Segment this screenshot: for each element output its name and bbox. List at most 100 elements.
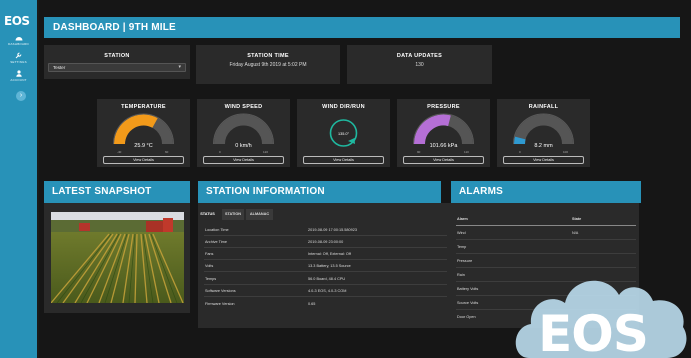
row-value: 0.65	[308, 302, 316, 306]
temperature-gauge	[113, 113, 174, 145]
gauge-max-label: 100	[563, 150, 569, 154]
row-value: 56.0 Board, 48.4 CPU	[308, 277, 346, 281]
dashboard-header: DASHBOARD | 9TH MILE	[44, 17, 680, 38]
station-select[interactable]: Tester ▾	[48, 63, 186, 72]
view-details-button[interactable]: View Details	[303, 156, 384, 164]
alarm-name: Rain	[457, 273, 465, 277]
table-row: Location Time 2019-08-09 17:00:15.580923	[204, 225, 447, 236]
station-select-value: Tester	[53, 65, 66, 70]
row-label: Archive Time	[205, 240, 227, 244]
data-updates-label: DATA UPDATES	[396, 53, 443, 59]
view-details-button[interactable]: View Details	[503, 156, 584, 164]
tab-status[interactable]: STATUS	[198, 209, 217, 220]
watermark-text: EOS	[538, 305, 648, 358]
data-updates-value: 130	[415, 62, 424, 68]
snapshot-title: LATEST SNAPSHOT	[52, 186, 152, 197]
station-label: STATION	[104, 53, 130, 59]
gauge-max-label: 120	[263, 150, 269, 154]
view-details-button[interactable]: View Details	[403, 156, 484, 164]
sidebar-collapse-button[interactable]: ›	[16, 91, 26, 101]
compass-icon	[329, 119, 358, 147]
snapshot-header: LATEST SNAPSHOT	[44, 181, 190, 203]
row-value: 2019-08-09 23:00:00	[308, 240, 344, 244]
gauge-title: TEMPERATURE	[121, 104, 166, 110]
column-header-alarm: Alarm	[457, 217, 468, 221]
page-title: DASHBOARD | 9TH MILE	[53, 22, 176, 33]
gauge-min-label: -40	[117, 150, 122, 154]
sidebar-item-label: SETTINGS	[10, 60, 27, 64]
table-row: Wind N/A	[456, 227, 636, 240]
alarm-name: Source Volts	[457, 301, 479, 305]
row-label: Firmware Version	[205, 302, 235, 306]
row-value: 2019-08-09 17:00:15.580923	[308, 228, 357, 232]
table-header-row: Alarm State	[456, 213, 636, 226]
sidebar-item-label: ACCOUNT	[10, 78, 27, 82]
row-label: Software Versions	[205, 289, 236, 293]
station-time-value: Friday August 9th 2019 at 5:02 PM	[229, 62, 307, 68]
wind-speed-gauge	[213, 113, 274, 145]
sidebar: EOS DASHBOARD SETTINGS ACCOUNT ›	[0, 0, 37, 358]
sidebar-item-account[interactable]: ACCOUNT	[0, 70, 37, 82]
dashboard-icon	[15, 37, 22, 41]
snapshot-card	[44, 203, 190, 313]
tab-almanac[interactable]: ALMANAC	[246, 209, 273, 220]
row-value: Internal: Off, External: Off	[308, 252, 351, 256]
tab-station[interactable]: STATION	[222, 209, 244, 220]
gauge-title: RAINFALL	[528, 104, 559, 110]
row-value: 13.3 Battery, 13.5 Source	[308, 264, 351, 268]
gauge-min-label: 0	[219, 150, 221, 154]
column-header-state: State	[572, 217, 582, 221]
station-info-card: STATUS STATION ALMANAC Location Time 2019…	[198, 203, 453, 328]
gauge-min-label: 90	[417, 150, 421, 154]
row-label: Fans	[205, 252, 214, 256]
snapshot-image[interactable]	[51, 212, 184, 303]
wind-direction-card: WIND DIR/RUN 135.0° View Details	[297, 99, 390, 167]
view-details-button[interactable]: View Details	[103, 156, 184, 164]
table-row: Archive Time 2019-08-09 23:00:00	[204, 237, 447, 248]
station-time-card: STATION TIME Friday August 9th 2019 at 5…	[196, 45, 340, 84]
gauge-title: WIND DIR/RUN	[322, 104, 365, 110]
alarm-name: Door Open	[457, 315, 476, 319]
gauge-value: 8.2 mm	[534, 143, 553, 149]
view-details-button[interactable]: View Details	[203, 156, 284, 164]
station-card: STATION Tester ▾	[44, 45, 190, 79]
app-logo[interactable]: EOS	[4, 14, 30, 28]
table-row: Fans Internal: Off, External: Off	[204, 249, 447, 260]
row-label: Volts	[205, 264, 214, 268]
wind-direction-value: 135.0°	[337, 132, 350, 136]
wind-speed-gauge-card: WIND SPEED 0 km/h 0 120 View Details	[197, 99, 290, 167]
temperature-gauge-card: TEMPERATURE 25.9 °C -40 60 View Details	[97, 99, 190, 167]
data-updates-card: DATA UPDATES 130	[347, 45, 492, 84]
chevron-down-icon: ▾	[178, 64, 181, 70]
pressure-gauge	[413, 113, 474, 145]
gauge-title: PRESSURE	[427, 104, 460, 110]
table-row: Firmware Version 0.65	[204, 299, 447, 310]
wrench-icon	[15, 52, 22, 59]
sidebar-item-label: DASHBOARD	[8, 42, 29, 46]
gauge-value: 101.66 kPa	[429, 143, 458, 149]
row-label: Location Time	[205, 228, 229, 232]
row-value: 4.0-3 EOS, 4.0-3 COM	[308, 289, 347, 293]
user-icon	[15, 70, 22, 77]
gauge-max-label: 60	[165, 150, 169, 154]
gauge-max-label: 110	[464, 150, 469, 154]
station-info-title: STATION INFORMATION	[206, 186, 325, 197]
gauge-min-label: 0	[519, 150, 521, 154]
sidebar-item-settings[interactable]: SETTINGS	[0, 52, 37, 64]
rainfall-gauge	[513, 113, 574, 145]
alarm-name: Wind	[457, 231, 466, 235]
station-time-label: STATION TIME	[247, 53, 289, 59]
alarm-state: N/A	[572, 231, 579, 235]
station-info-header: STATION INFORMATION	[198, 181, 441, 203]
alarms-header: ALARMS	[451, 181, 641, 203]
sidebar-item-dashboard[interactable]: DASHBOARD	[0, 35, 37, 46]
alarms-title: ALARMS	[459, 186, 503, 197]
table-row: Temps 56.0 Board, 48.4 CPU	[204, 274, 447, 285]
rainfall-gauge-card: RAINFALL 8.2 mm 0 100 View Details	[497, 99, 590, 167]
alarm-name: Temp	[457, 245, 467, 249]
row-label: Temps	[205, 277, 217, 281]
eos-cloud-logo: EOS	[515, 280, 687, 358]
table-row: Software Versions 4.0-3 EOS, 4.0-3 COM	[204, 286, 447, 297]
alarm-name: Battery Volts	[457, 287, 479, 291]
gauge-title: WIND SPEED	[224, 104, 263, 110]
